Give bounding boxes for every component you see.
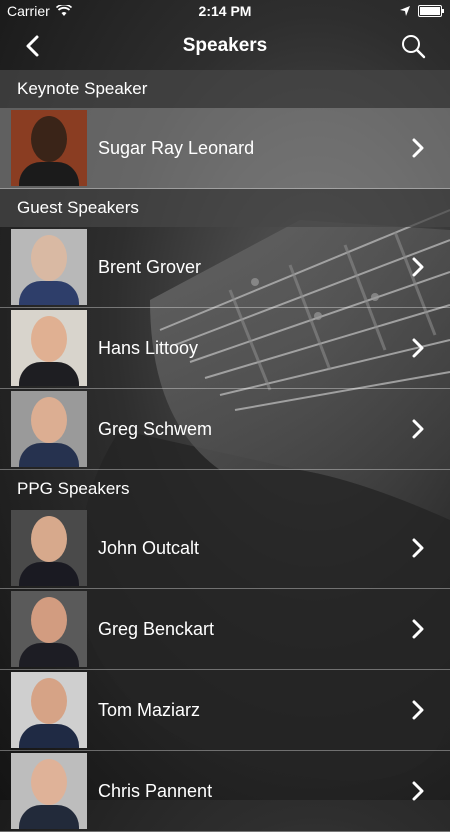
search-icon[interactable] [400, 33, 426, 59]
chevron-right-icon [412, 781, 424, 801]
section-header-guest: Guest Speakers [0, 189, 450, 227]
speaker-name: Greg Schwem [98, 418, 213, 439]
speaker-photo [11, 110, 87, 186]
chevron-right-icon [412, 700, 424, 720]
speaker-photo [11, 310, 87, 386]
chevron-right-icon [412, 138, 424, 158]
page-title: Speakers [182, 35, 268, 56]
speaker-name: Chris Pannent [98, 780, 213, 801]
chevron-right-icon [412, 257, 424, 277]
speaker-photo [11, 753, 87, 829]
speaker-row[interactable]: Sugar Ray Leonard [0, 108, 450, 189]
back-chevron-icon[interactable] [22, 34, 46, 58]
section-header-keynote: Keynote Speaker [0, 70, 450, 108]
status-bar: Carrier 2:14 PM [0, 0, 450, 22]
speaker-photo [11, 672, 87, 748]
speaker-name: Brent Grover [98, 256, 202, 277]
speaker-name: Tom Maziarz [98, 699, 201, 720]
speaker-name: John Outcalt [98, 537, 200, 558]
speaker-photo [11, 510, 87, 586]
speaker-name: Sugar Ray Leonard [98, 137, 255, 158]
speaker-photo [11, 229, 87, 305]
nav-bar: Speakers [0, 22, 450, 70]
speaker-row[interactable]: Brent Grover [0, 227, 450, 308]
speaker-row[interactable]: Greg Schwem [0, 389, 450, 470]
speaker-row[interactable]: Chris Pannent [0, 751, 450, 832]
speaker-list: Keynote Speaker Sugar Ray Leonard Guest … [0, 70, 450, 832]
speaker-name: Hans Littooy [98, 337, 199, 358]
chevron-right-icon [412, 619, 424, 639]
speaker-row[interactable]: Hans Littooy [0, 308, 450, 389]
speaker-photo [11, 591, 87, 667]
chevron-right-icon [412, 538, 424, 558]
status-time: 2:14 PM [198, 3, 252, 19]
chevron-right-icon [412, 338, 424, 358]
speaker-row[interactable]: Greg Benckart [0, 589, 450, 670]
speaker-photo [11, 391, 87, 467]
speaker-row[interactable]: John Outcalt [0, 508, 450, 589]
speaker-row[interactable]: Tom Maziarz [0, 670, 450, 751]
chevron-right-icon [412, 419, 424, 439]
section-header-ppg: PPG Speakers [17, 479, 130, 498]
speaker-name: Greg Benckart [98, 618, 215, 639]
battery-icon [418, 5, 444, 17]
